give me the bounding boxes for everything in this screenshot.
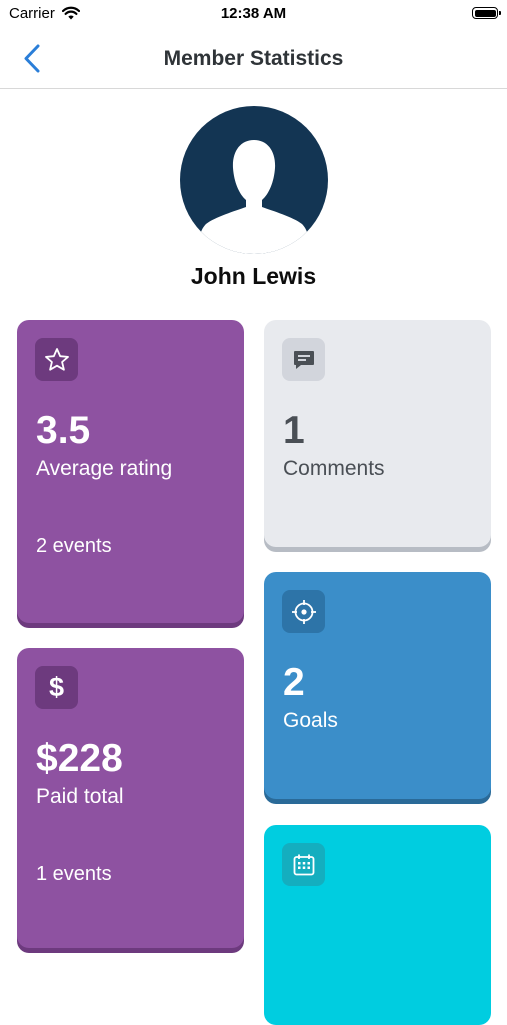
goals-label: Goals	[283, 709, 338, 732]
paid-total-value: $228	[36, 737, 123, 780]
navigation-bar: Member Statistics	[0, 30, 507, 89]
goals-value: 2	[283, 661, 305, 704]
paid-events-count: 1 events	[36, 863, 112, 885]
comments-label: Comments	[283, 457, 385, 480]
comment-icon	[282, 338, 325, 381]
rating-events-count: 2 events	[36, 535, 112, 557]
dollar-icon: $	[35, 666, 78, 709]
member-name: John Lewis	[190, 263, 317, 289]
calendar-icon	[282, 843, 325, 886]
battery-icon	[472, 7, 501, 19]
comments-value: 1	[283, 409, 305, 452]
paid-total-card[interactable]: $ $228 Paid total 1 events	[17, 648, 244, 948]
goals-card[interactable]: 2 Goals	[264, 572, 491, 799]
page-title: Member Statistics	[163, 47, 344, 70]
rating-card[interactable]: 3.5 Average rating 2 events	[17, 320, 244, 623]
status-time: 12:38 AM	[220, 5, 287, 22]
paid-total-label: Paid total	[36, 785, 124, 808]
rating-label: Average rating	[36, 457, 173, 480]
status-bar: Carrier 12:38 AM	[0, 0, 507, 30]
rating-value: 3.5	[36, 409, 91, 452]
star-icon	[35, 338, 78, 381]
person-silhouette-icon	[196, 140, 312, 254]
calendar-card[interactable]	[264, 825, 491, 1025]
avatar	[180, 106, 328, 254]
comments-card[interactable]: 1 Comments	[264, 320, 491, 547]
target-icon	[282, 590, 325, 633]
